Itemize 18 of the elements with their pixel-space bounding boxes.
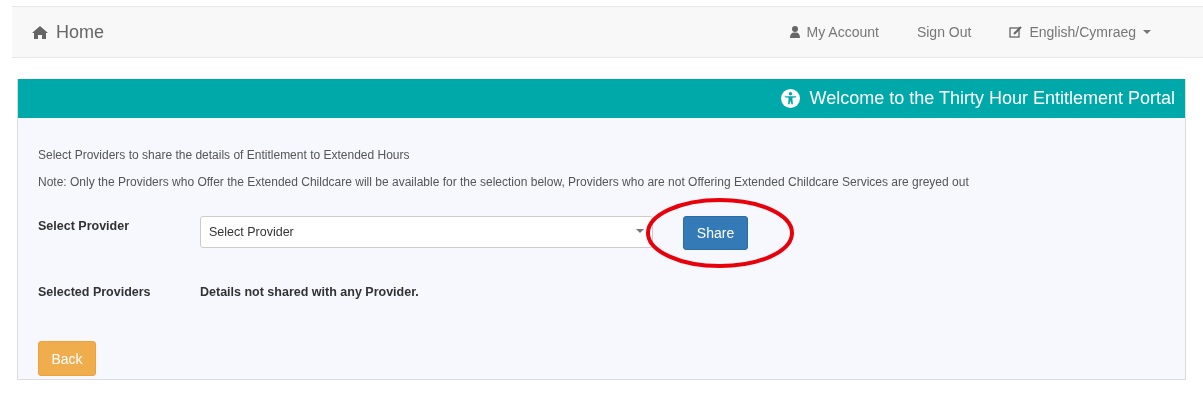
share-button[interactable]: Share [683, 216, 748, 250]
provider-select[interactable]: Select Provider [200, 216, 653, 248]
field-label: Select Provider [38, 218, 130, 233]
selected-providers-text: Details not shared with any Provider. [200, 284, 419, 299]
user-icon [789, 26, 800, 38]
accessibility-icon [780, 89, 800, 108]
nav-link[interactable]: English/Cymraeg [1009, 24, 1151, 40]
intro-text: Select Providers to share the details of Entitlement to Extended Hours [38, 148, 411, 163]
note-text: Note: Only the Providers who Offer the Extended Childcare will be available for the selection below, Providers who are not Offering Extended Childcare Services are greyed out [38, 175, 970, 190]
panel-title: Welcome to the Thirty Hour Entitlement Portal [809, 88, 1175, 109]
nav-link[interactable]: My Account [789, 24, 879, 40]
caret-icon [636, 229, 644, 233]
home-link[interactable]: Home [32, 21, 104, 43]
edit-icon [1009, 26, 1023, 38]
field-label: Selected Providers [38, 284, 152, 299]
home-icon [32, 25, 48, 39]
caret-icon [1143, 30, 1151, 34]
nav-link[interactable]: Sign Out [916, 24, 972, 40]
